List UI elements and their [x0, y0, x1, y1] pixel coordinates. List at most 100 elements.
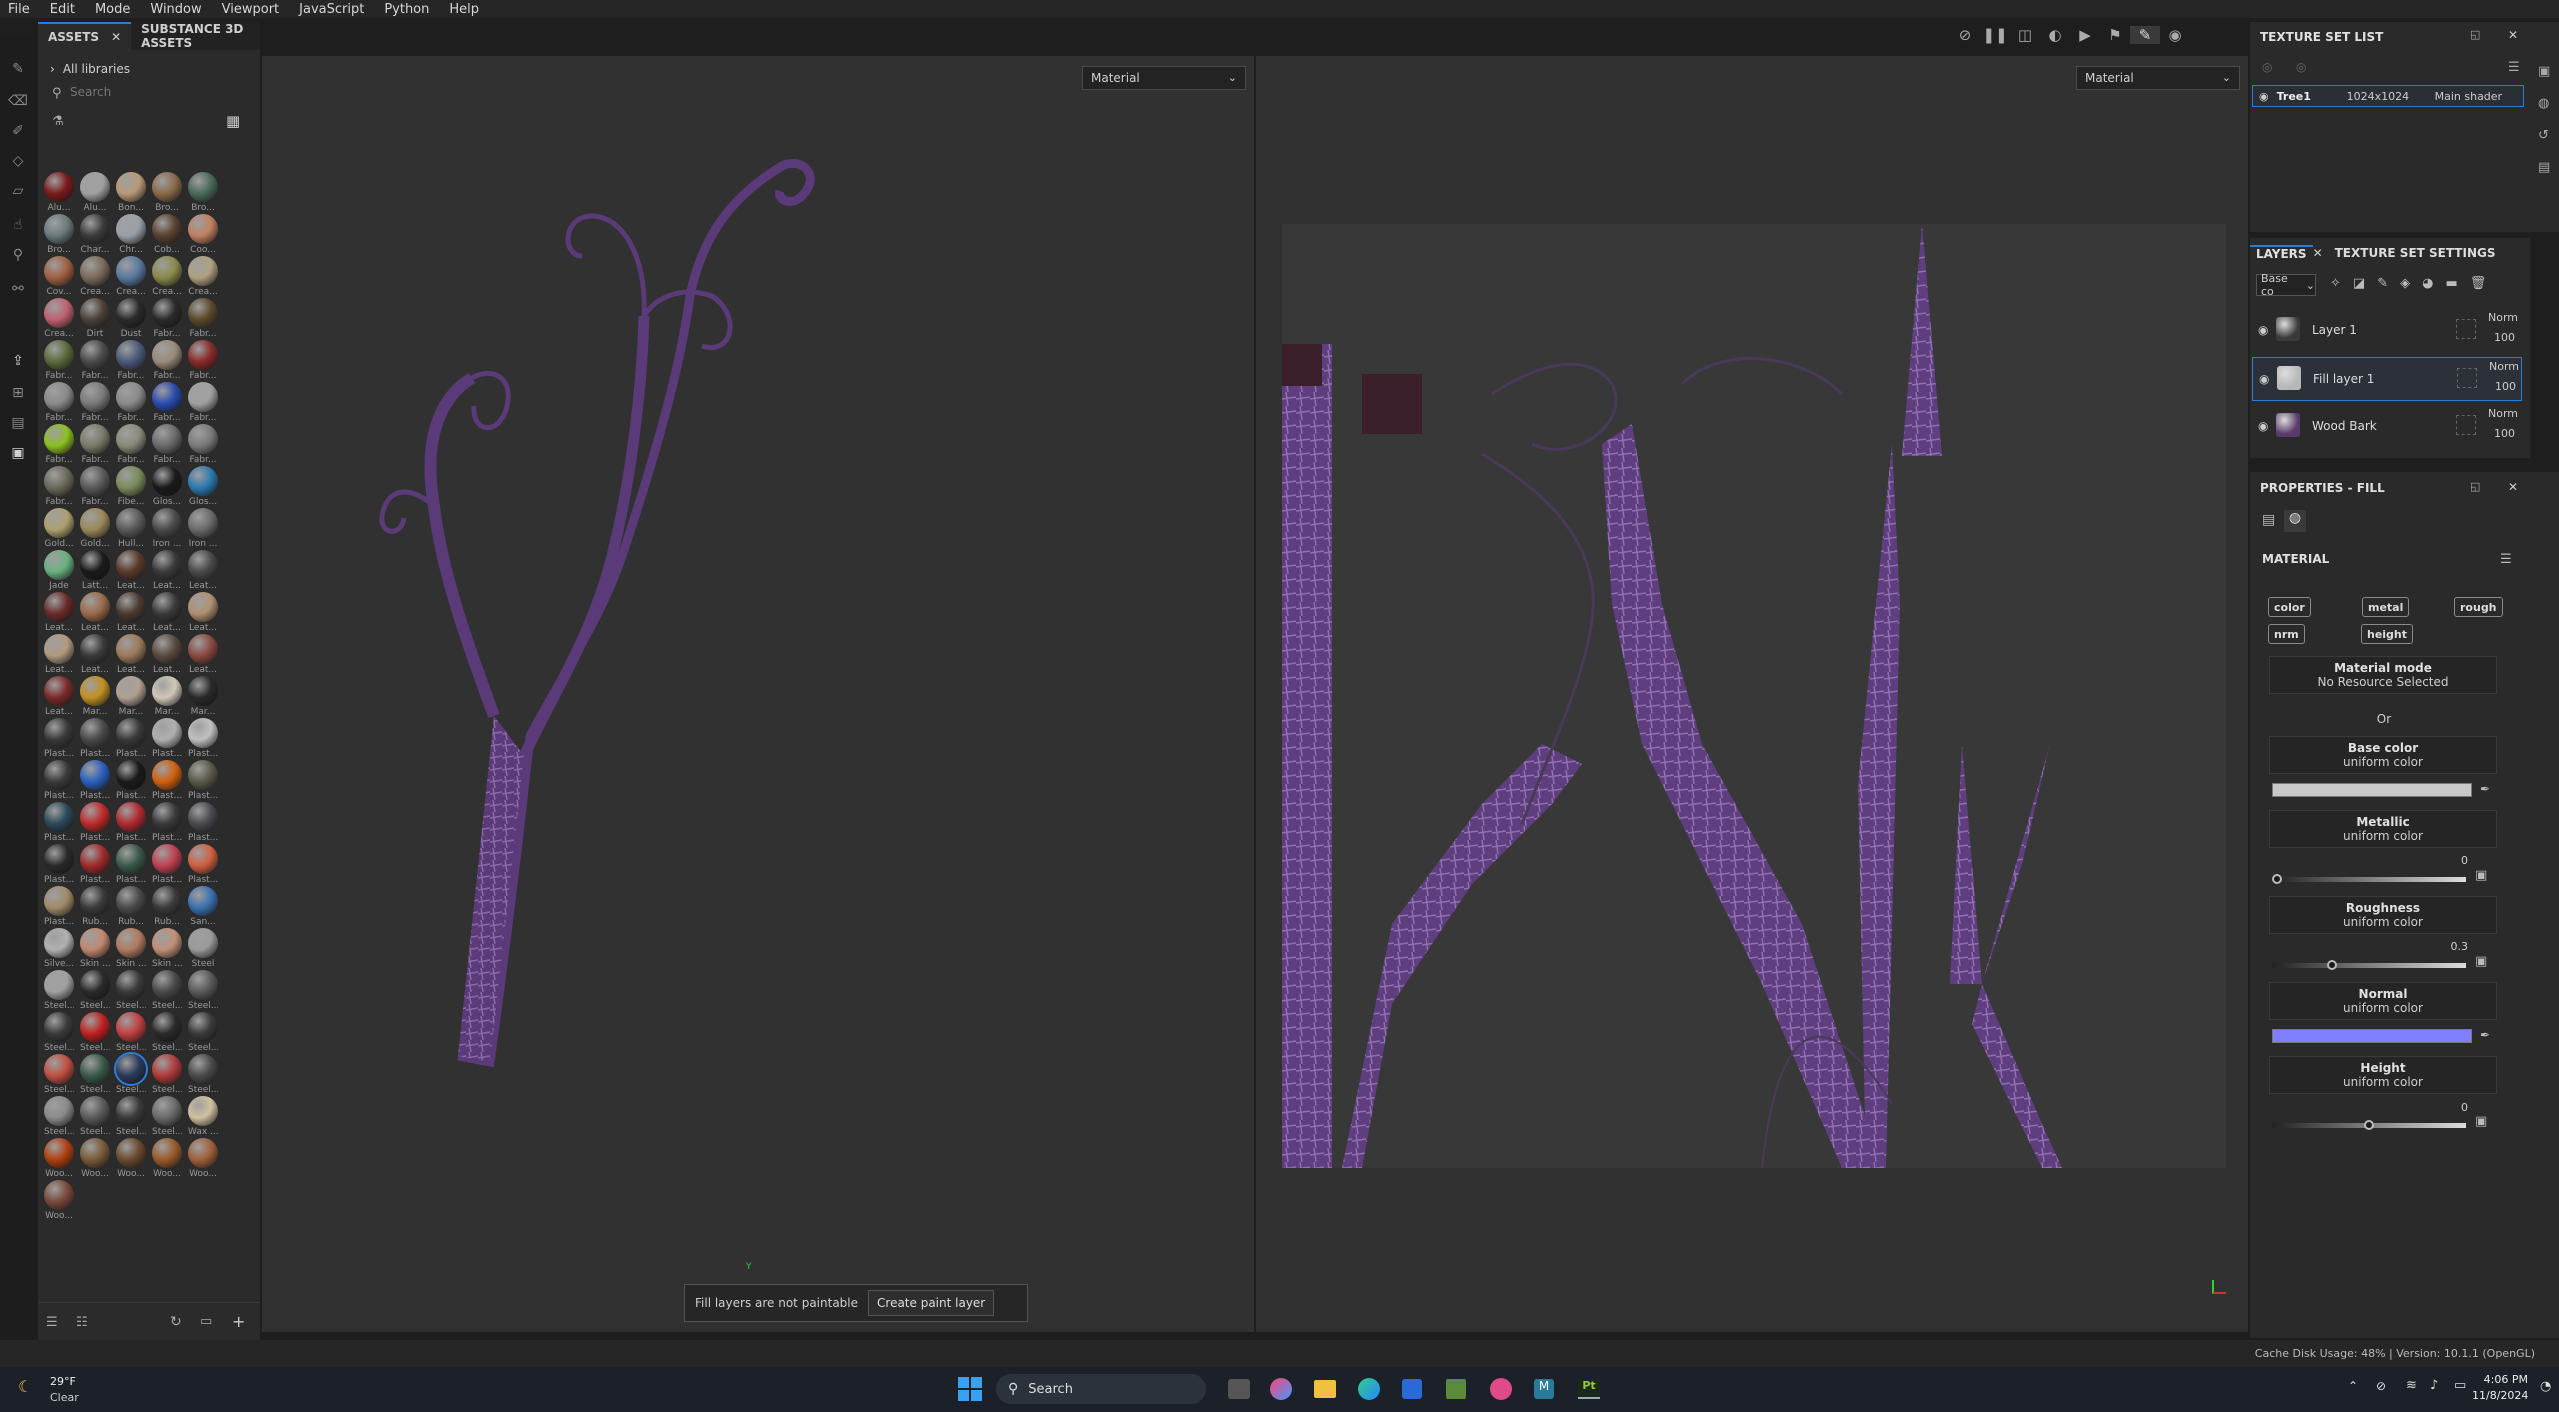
- eraser-icon[interactable]: ⌫: [8, 92, 28, 110]
- app-icon[interactable]: [1490, 1378, 1512, 1400]
- tab-texture-set-settings[interactable]: TEXTURE SET SETTINGS: [2335, 246, 2496, 260]
- eye-icon[interactable]: ◉: [2258, 419, 2268, 433]
- asset-thumbnail[interactable]: [188, 1138, 218, 1168]
- asset-thumbnail[interactable]: [188, 718, 218, 748]
- asset-thumbnail[interactable]: [80, 424, 110, 454]
- render-icon[interactable]: ⚑: [2100, 26, 2130, 44]
- asset-thumbnail[interactable]: [188, 928, 218, 958]
- list-icon[interactable]: ☷: [76, 1315, 88, 1330]
- channel-rough-button[interactable]: rough: [2454, 597, 2503, 617]
- asset-thumbnail[interactable]: [116, 340, 146, 370]
- asset-thumbnail[interactable]: [80, 550, 110, 580]
- asset-thumbnail[interactable]: [80, 928, 110, 958]
- metallic-slider[interactable]: [2272, 874, 2466, 884]
- pause-icon[interactable]: ❚❚: [1980, 26, 2010, 44]
- asset-thumbnail[interactable]: [152, 550, 182, 580]
- polygon-fill-icon[interactable]: ▱: [9, 182, 27, 200]
- asset-thumbnail[interactable]: [188, 298, 218, 328]
- asset-thumbnail[interactable]: [152, 382, 182, 412]
- display-settings-icon[interactable]: ▣: [2538, 64, 2550, 79]
- layer-row[interactable]: ◉ Wood Bark Norm 100: [2252, 405, 2522, 449]
- add-icon[interactable]: +: [232, 1312, 245, 1331]
- create-paint-layer-button[interactable]: Create paint layer: [868, 1290, 995, 1316]
- history-icon[interactable]: ↺: [2538, 128, 2549, 143]
- asset-thumbnail[interactable]: [116, 760, 146, 790]
- asset-thumbnail[interactable]: [152, 1012, 182, 1042]
- asset-thumbnail[interactable]: [44, 1180, 74, 1210]
- roughness-box[interactable]: Roughness uniform color: [2269, 896, 2497, 934]
- asset-thumbnail[interactable]: [116, 424, 146, 454]
- asset-thumbnail[interactable]: [116, 928, 146, 958]
- material-mode-box[interactable]: Material mode No Resource Selected: [2269, 656, 2497, 694]
- smudge-icon[interactable]: ☝: [9, 216, 27, 234]
- asset-thumbnail[interactable]: [80, 1012, 110, 1042]
- asset-thumbnail[interactable]: [80, 760, 110, 790]
- layer-properties-icon[interactable]: ▤: [2262, 512, 2275, 528]
- asset-thumbnail[interactable]: [80, 214, 110, 244]
- edge-icon[interactable]: [1358, 1378, 1380, 1400]
- substance-painter-icon[interactable]: Pt: [1578, 1379, 1600, 1399]
- split-view-icon[interactable]: ◫: [2010, 26, 2040, 44]
- asset-thumbnail[interactable]: [152, 928, 182, 958]
- asset-thumbnail[interactable]: [116, 676, 146, 706]
- layer-blend-mode[interactable]: Norm: [2489, 360, 2519, 373]
- asset-thumbnail[interactable]: [44, 844, 74, 874]
- asset-thumbnail[interactable]: [188, 508, 218, 538]
- import-icon[interactable]: ☰: [46, 1315, 58, 1330]
- eye-icon[interactable]: ◎: [2296, 60, 2306, 74]
- texture-slot-icon[interactable]: ▣: [2475, 868, 2487, 883]
- layer-opacity[interactable]: 100: [2494, 331, 2515, 344]
- clock-time[interactable]: 4:06 PM: [2478, 1373, 2528, 1386]
- asset-thumbnail[interactable]: [152, 340, 182, 370]
- asset-thumbnail[interactable]: [152, 592, 182, 622]
- menu-help[interactable]: Help: [449, 2, 479, 17]
- asset-thumbnail[interactable]: [116, 718, 146, 748]
- asset-thumbnail[interactable]: [80, 508, 110, 538]
- asset-thumbnail[interactable]: [80, 634, 110, 664]
- minecraft-icon[interactable]: [1446, 1379, 1466, 1399]
- layer-row[interactable]: ◉ Fill layer 1 Norm 100: [2252, 357, 2522, 401]
- asset-thumbnail[interactable]: [80, 340, 110, 370]
- asset-thumbnail[interactable]: [80, 466, 110, 496]
- channel-dropdown[interactable]: Base co ⌄: [2256, 272, 2316, 298]
- assets-panel-icon[interactable]: ⇪: [9, 352, 27, 370]
- wifi-icon[interactable]: ≋: [2406, 1378, 2417, 1393]
- clock-date[interactable]: 11/8/2024: [2472, 1389, 2528, 1402]
- menu-javascript[interactable]: JavaScript: [299, 2, 364, 17]
- menu-window[interactable]: Window: [150, 2, 201, 17]
- asset-thumbnail[interactable]: [188, 382, 218, 412]
- asset-thumbnail[interactable]: [188, 676, 218, 706]
- battery-icon[interactable]: ▭: [2454, 1378, 2466, 1393]
- slider-knob[interactable]: [2272, 874, 2282, 884]
- asset-thumbnail[interactable]: [152, 802, 182, 832]
- folder-icon[interactable]: ▬: [2445, 276, 2457, 291]
- material-properties-icon[interactable]: ◍: [2284, 510, 2306, 532]
- asset-thumbnail[interactable]: [116, 172, 146, 202]
- settings-list-icon[interactable]: ☰: [2508, 60, 2520, 75]
- asset-thumbnail[interactable]: [188, 466, 218, 496]
- asset-thumbnail[interactable]: [44, 172, 74, 202]
- asset-thumbnail[interactable]: [44, 298, 74, 328]
- asset-thumbnail[interactable]: [80, 886, 110, 916]
- asset-thumbnail[interactable]: [44, 676, 74, 706]
- texture-slot-icon[interactable]: ▣: [2475, 1114, 2487, 1129]
- asset-thumbnail[interactable]: [116, 592, 146, 622]
- projection-icon[interactable]: ✐: [9, 122, 27, 140]
- asset-thumbnail[interactable]: [44, 634, 74, 664]
- asset-thumbnail[interactable]: [44, 886, 74, 916]
- asset-thumbnail[interactable]: [188, 256, 218, 286]
- notification-icon[interactable]: ⊘: [2376, 1379, 2386, 1393]
- volume-icon[interactable]: ♪: [2430, 1378, 2438, 1393]
- eye-icon[interactable]: ◉: [2259, 372, 2269, 386]
- menu-edit[interactable]: Edit: [50, 2, 75, 17]
- asset-thumbnail[interactable]: [152, 676, 182, 706]
- asset-thumbnail[interactable]: [116, 298, 146, 328]
- base-color-swatch[interactable]: [2272, 783, 2472, 797]
- asset-thumbnail[interactable]: [116, 256, 146, 286]
- asset-thumbnail[interactable]: [188, 550, 218, 580]
- asset-thumbnail[interactable]: [116, 1012, 146, 1042]
- layer-blend-mode[interactable]: Norm: [2488, 407, 2518, 420]
- asset-thumbnail[interactable]: [44, 424, 74, 454]
- file-explorer-icon[interactable]: [1314, 1380, 1336, 1398]
- windows-start-icon[interactable]: [958, 1377, 982, 1401]
